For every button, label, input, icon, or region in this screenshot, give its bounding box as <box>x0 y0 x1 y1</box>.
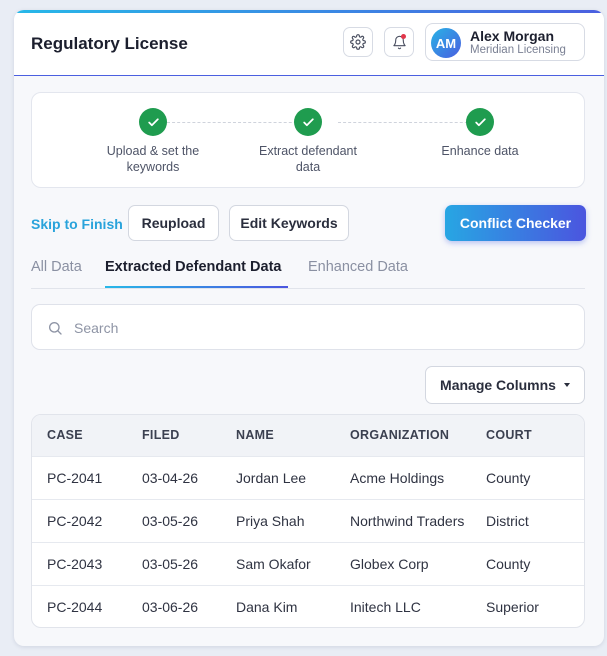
step-label: Upload & set the keywords <box>106 144 200 174</box>
step-enhance: Enhance data <box>400 108 560 159</box>
cell-name: Jordan Lee <box>221 455 335 499</box>
cell-court: District <box>471 498 584 542</box>
cell-name: Dana Kim <box>221 584 335 627</box>
active-tab-indicator <box>105 286 288 288</box>
cell-name: Sam Okafor <box>221 541 335 585</box>
skip-to-finish-link[interactable]: Skip to Finish <box>31 216 123 232</box>
reupload-button[interactable]: Reupload <box>128 205 219 241</box>
cell-organization: Globex Corp <box>335 541 471 585</box>
manage-columns-button[interactable]: Manage Columns <box>425 366 585 404</box>
step-complete-icon <box>294 108 322 136</box>
search-icon <box>49 322 62 335</box>
column-header-case[interactable]: CASE <box>32 415 127 456</box>
table-row[interactable]: PC-2042 03-05-26 Priya Shah Northwind Tr… <box>32 498 584 542</box>
cell-filed: 03-04-26 <box>127 455 221 499</box>
table-row[interactable]: PC-2043 03-05-26 Sam Okafor Globex Corp … <box>32 541 584 585</box>
tab-enhanced-data[interactable]: Enhanced Data <box>308 259 408 275</box>
cell-case: PC-2043 <box>32 541 127 585</box>
cell-case: PC-2044 <box>32 584 127 627</box>
cell-filed: 03-06-26 <box>127 584 221 627</box>
edit-keywords-button[interactable]: Edit Keywords <box>229 205 349 241</box>
step-upload: Upload & set the keywords <box>73 108 233 175</box>
cell-court: Superior <box>471 584 584 627</box>
page-title: Regulatory License <box>31 34 188 53</box>
step-label: Enhance data <box>441 144 519 158</box>
cell-organization: Acme Holdings <box>335 455 471 499</box>
user-organization: Meridian Licensing <box>470 44 566 56</box>
check-icon <box>302 117 314 126</box>
tab-all-data[interactable]: All Data <box>31 259 82 275</box>
step-complete-icon <box>139 108 167 136</box>
cell-organization: Initech LLC <box>335 584 471 627</box>
check-icon <box>147 117 159 126</box>
table-row[interactable]: PC-2044 03-06-26 Dana Kim Initech LLC Su… <box>32 584 584 627</box>
cell-court: County <box>471 541 584 585</box>
step-extract: Extract defendant data <box>228 108 388 175</box>
cell-organization: Northwind Traders <box>335 498 471 542</box>
column-header-name[interactable]: NAME <box>221 415 335 456</box>
results-table: CASE FILED NAME ORGANIZATION COURT PC-20… <box>31 414 585 628</box>
header: Regulatory License AM Alex Morgan Meridi… <box>14 13 604 76</box>
data-tabs: All Data Extracted Defendant Data Enhanc… <box>31 256 585 289</box>
cell-filed: 03-05-26 <box>127 541 221 585</box>
table-header-row: CASE FILED NAME ORGANIZATION COURT <box>32 415 584 456</box>
cell-court: County <box>471 455 584 499</box>
user-menu[interactable]: AM Alex Morgan Meridian Licensing <box>425 23 585 61</box>
step-label: Extract defendant data <box>259 144 357 174</box>
avatar: AM <box>431 28 461 58</box>
notifications-button[interactable] <box>384 27 414 57</box>
manage-columns-label: Manage Columns <box>440 377 556 393</box>
column-header-filed[interactable]: FILED <box>127 415 221 456</box>
user-name: Alex Morgan <box>470 28 555 44</box>
search-box <box>31 304 585 350</box>
cell-case: PC-2042 <box>32 498 127 542</box>
notification-dot <box>401 34 406 39</box>
column-header-court[interactable]: COURT <box>471 415 584 456</box>
settings-button[interactable] <box>343 27 373 57</box>
cell-filed: 03-05-26 <box>127 498 221 542</box>
table-row[interactable]: PC-2041 03-04-26 Jordan Lee Acme Holding… <box>32 455 584 499</box>
gear-icon <box>350 34 366 50</box>
cell-name: Priya Shah <box>221 498 335 542</box>
main-card: Regulatory License AM Alex Morgan Meridi… <box>14 10 604 646</box>
tab-extracted-defendant-data[interactable]: Extracted Defendant Data <box>105 259 281 275</box>
step-complete-icon <box>466 108 494 136</box>
search-input[interactable] <box>72 313 566 343</box>
action-bar: Skip to Finish Reupload Edit Keywords Co… <box>14 205 604 245</box>
chevron-down-icon <box>563 383 570 387</box>
progress-stepper: Upload & set the keywords Extract defend… <box>31 92 585 188</box>
conflict-checker-button[interactable]: Conflict Checker <box>445 205 586 241</box>
column-header-organization[interactable]: ORGANIZATION <box>335 415 471 456</box>
cell-case: PC-2041 <box>32 455 127 499</box>
check-icon <box>474 117 486 126</box>
